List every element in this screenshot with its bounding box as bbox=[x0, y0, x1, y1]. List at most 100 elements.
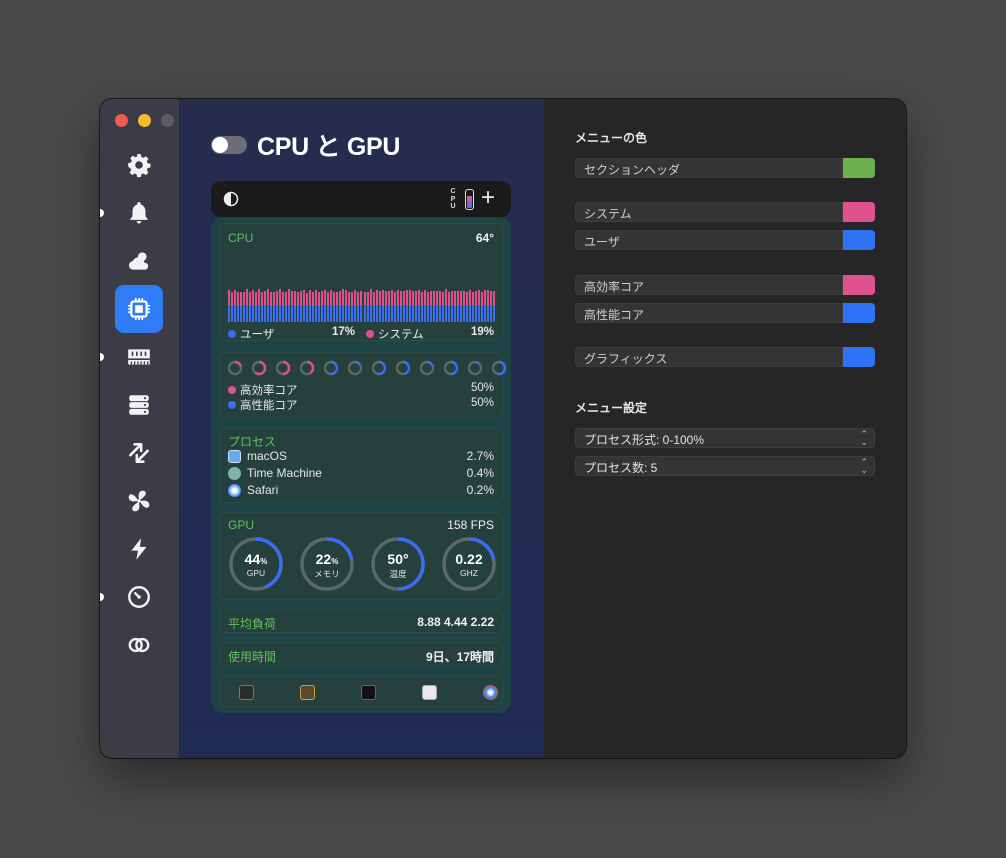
sidebar-item-fan[interactable] bbox=[115, 477, 163, 525]
efficiency-color-dot bbox=[228, 386, 236, 394]
color-row-system[interactable]: システム bbox=[575, 202, 875, 222]
color-swatch[interactable] bbox=[843, 202, 875, 222]
cpu-system-segment bbox=[318, 291, 321, 307]
color-swatch[interactable] bbox=[843, 230, 875, 250]
gauge-label: GPU bbox=[246, 568, 266, 578]
core-usage-ring bbox=[467, 360, 483, 376]
cpu-history-bar bbox=[228, 290, 230, 322]
cpu-history-bar bbox=[333, 291, 336, 322]
cpu-history-bar bbox=[357, 291, 360, 322]
color-row-performance-cores[interactable]: 高性能コア bbox=[575, 303, 875, 323]
cpu-history-bar bbox=[414, 291, 417, 322]
gear-icon bbox=[128, 154, 151, 178]
zoom-window-button[interactable] bbox=[161, 114, 174, 127]
keychain-icon[interactable] bbox=[422, 685, 437, 700]
sidebar-item-integrations[interactable] bbox=[115, 621, 163, 669]
sidebar-item-memory[interactable] bbox=[100, 333, 163, 381]
color-swatch[interactable] bbox=[843, 303, 875, 323]
color-row-graphics[interactable]: グラフィックス bbox=[575, 347, 875, 367]
core-usage-ring bbox=[299, 360, 315, 376]
cpu-system-segment bbox=[399, 291, 402, 306]
cpu-history-bar bbox=[270, 291, 273, 322]
color-row-section-header[interactable]: セクションヘッダ bbox=[575, 158, 875, 178]
cpu-user-segment bbox=[492, 305, 495, 322]
cpu-history-bar bbox=[303, 290, 306, 322]
cpu-user-segment bbox=[321, 304, 324, 322]
cpu-history-bar bbox=[459, 290, 462, 322]
cpu-user-segment bbox=[363, 305, 366, 322]
process-count-select[interactable]: プロセス数: 5 ⌃ ⌄ bbox=[575, 456, 875, 476]
performance-color-dot bbox=[228, 401, 236, 409]
gauge-label: メモリ bbox=[314, 569, 340, 579]
enable-toggle[interactable] bbox=[211, 136, 247, 154]
gauge-value: 22% bbox=[315, 551, 339, 567]
cpu-system-segment bbox=[396, 290, 399, 306]
cpu-history-bar bbox=[336, 291, 339, 322]
close-window-button[interactable] bbox=[115, 114, 128, 127]
sidebar-item-notifications[interactable] bbox=[100, 189, 163, 237]
process-value: 0.2% bbox=[466, 483, 494, 497]
sidebar-item-power[interactable] bbox=[115, 525, 163, 573]
color-row-efficiency-cores[interactable]: 高効率コア bbox=[575, 275, 875, 295]
color-label: セクションヘッダ bbox=[575, 158, 843, 178]
cpu-system-segment bbox=[372, 291, 375, 306]
safari-icon[interactable] bbox=[483, 685, 498, 700]
cpu-history-bar bbox=[366, 291, 369, 322]
process-row[interactable]: Safari 0.2% bbox=[228, 483, 494, 497]
process-row[interactable]: macOS 2.7% bbox=[228, 449, 494, 463]
cpu-history-bar bbox=[444, 288, 447, 322]
sidebar-item-settings[interactable] bbox=[115, 141, 163, 189]
cpu-history-bar bbox=[255, 291, 258, 322]
color-row-user[interactable]: ユーザ bbox=[575, 230, 875, 250]
process-row[interactable]: Time Machine 0.4% bbox=[228, 466, 494, 480]
cpu-system-segment bbox=[327, 291, 330, 306]
sidebar-item-cpu[interactable] bbox=[115, 285, 163, 333]
sidebar-item-network[interactable] bbox=[115, 429, 163, 477]
cpu-history-bar bbox=[267, 289, 270, 322]
cpu-history-bar bbox=[468, 290, 471, 322]
terminal-icon[interactable] bbox=[361, 685, 376, 700]
cpu-card: CPU 64° ユーザ 17% システム 19% bbox=[219, 223, 503, 341]
cpu-history-bar bbox=[291, 291, 294, 322]
sidebar-item-weather[interactable] bbox=[115, 237, 163, 285]
color-swatch[interactable] bbox=[843, 347, 875, 367]
sidebar-item-disk[interactable] bbox=[115, 381, 163, 429]
add-icon[interactable]: + bbox=[481, 184, 495, 212]
gpu-gauge: 44% GPU bbox=[228, 536, 284, 592]
cpu-system-segment bbox=[315, 289, 318, 306]
cpu-user-segment bbox=[318, 306, 321, 322]
cpu-user-segment bbox=[312, 305, 315, 322]
contrast-icon[interactable] bbox=[223, 191, 239, 207]
cpu-history-bar bbox=[324, 290, 327, 322]
load-average-card: 平均負荷 8.88 4.44 2.22 bbox=[219, 609, 503, 633]
cpu-history-bar bbox=[447, 291, 450, 322]
cpu-system-segment bbox=[246, 289, 249, 305]
cpu-user-segment bbox=[411, 304, 414, 322]
cpu-user-segment bbox=[384, 305, 387, 322]
cpu-user-segment bbox=[300, 305, 303, 322]
cpu-system-segment bbox=[321, 290, 324, 305]
macos-icon bbox=[228, 449, 241, 463]
cpu-icon bbox=[128, 298, 150, 320]
settings-pane: メニューの色 セクションヘッダ システム ユーザ 高効率コア 高性能コア グラフ… bbox=[544, 99, 906, 758]
cpu-system-segment bbox=[432, 290, 435, 307]
cpu-user-segment bbox=[342, 304, 345, 322]
cpu-system-segment bbox=[255, 291, 258, 306]
cpu-system-segment bbox=[387, 291, 390, 306]
cpu-system-segment bbox=[447, 291, 450, 307]
sidebar-item-time[interactable] bbox=[100, 573, 163, 621]
activity-monitor-icon[interactable] bbox=[239, 685, 254, 700]
core-usage-ring bbox=[419, 360, 435, 376]
minimize-window-button[interactable] bbox=[138, 114, 151, 127]
cpu-system-segment bbox=[285, 291, 288, 306]
system-info-icon[interactable] bbox=[300, 685, 315, 700]
color-swatch[interactable] bbox=[843, 275, 875, 295]
cpu-user-segment bbox=[237, 305, 240, 322]
clock-icon bbox=[128, 586, 150, 608]
efficiency-value: 50% bbox=[470, 382, 494, 394]
cpu-user-segment bbox=[351, 305, 354, 322]
cpu-system-segment bbox=[270, 291, 273, 306]
process-format-select[interactable]: プロセス形式: 0-100% ⌃ ⌄ bbox=[575, 428, 875, 448]
color-swatch[interactable] bbox=[843, 158, 875, 178]
gauge-value: 0.22 bbox=[455, 551, 483, 567]
